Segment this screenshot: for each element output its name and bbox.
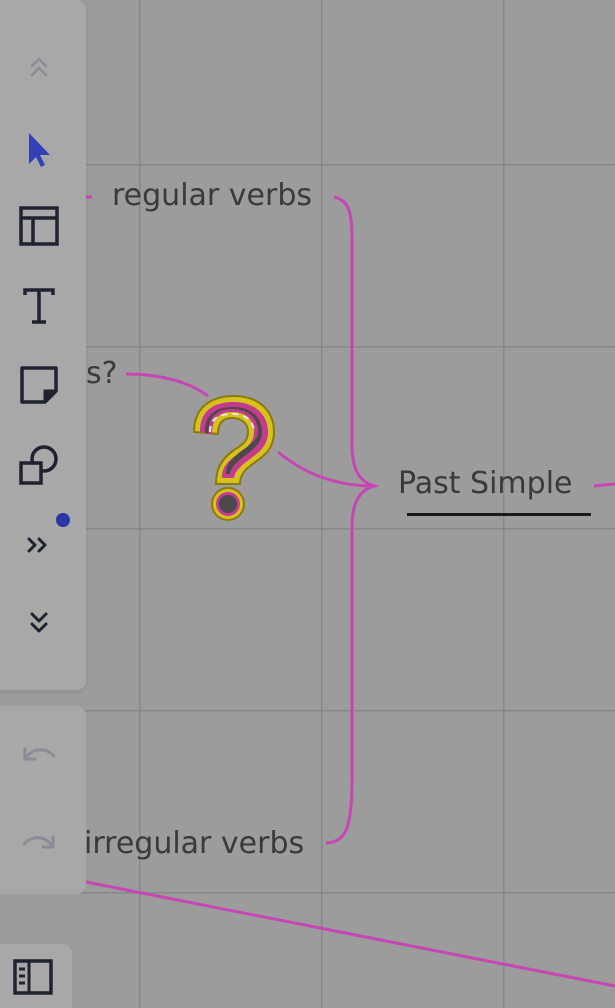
more-tools-icon[interactable] (14, 520, 64, 570)
node-questions-fragment[interactable]: s? (86, 356, 118, 391)
redo-icon[interactable] (14, 818, 64, 868)
main-toolbar (0, 0, 86, 690)
connector-brace (325, 195, 380, 845)
select-cursor-icon[interactable] (14, 124, 64, 174)
notification-dot (56, 513, 70, 527)
question-mark-sticker[interactable] (178, 392, 282, 526)
expand-down-icon[interactable] (14, 598, 64, 648)
whiteboard-canvas[interactable]: regular verbs s? Past Simple irregular v… (0, 0, 615, 1008)
node-regular-verbs[interactable]: regular verbs (112, 178, 312, 213)
connector-question-right (277, 450, 375, 488)
collapse-up-icon[interactable] (14, 42, 64, 92)
sticky-note-icon[interactable] (14, 360, 64, 410)
node-irregular-verbs[interactable]: irregular verbs (84, 826, 304, 861)
connector-bottom (85, 880, 615, 988)
panel-toolbar (0, 944, 72, 1008)
node-past-simple[interactable]: Past Simple (398, 466, 573, 501)
frame-layout-icon[interactable] (14, 201, 64, 251)
undo-icon[interactable] (14, 730, 64, 780)
connector-past-right (593, 482, 615, 488)
shapes-icon[interactable] (14, 440, 64, 490)
sidebar-panel-icon[interactable] (8, 952, 58, 1002)
text-tool-icon[interactable] (14, 281, 64, 331)
past-simple-underline (407, 513, 591, 516)
history-toolbar (0, 706, 86, 894)
